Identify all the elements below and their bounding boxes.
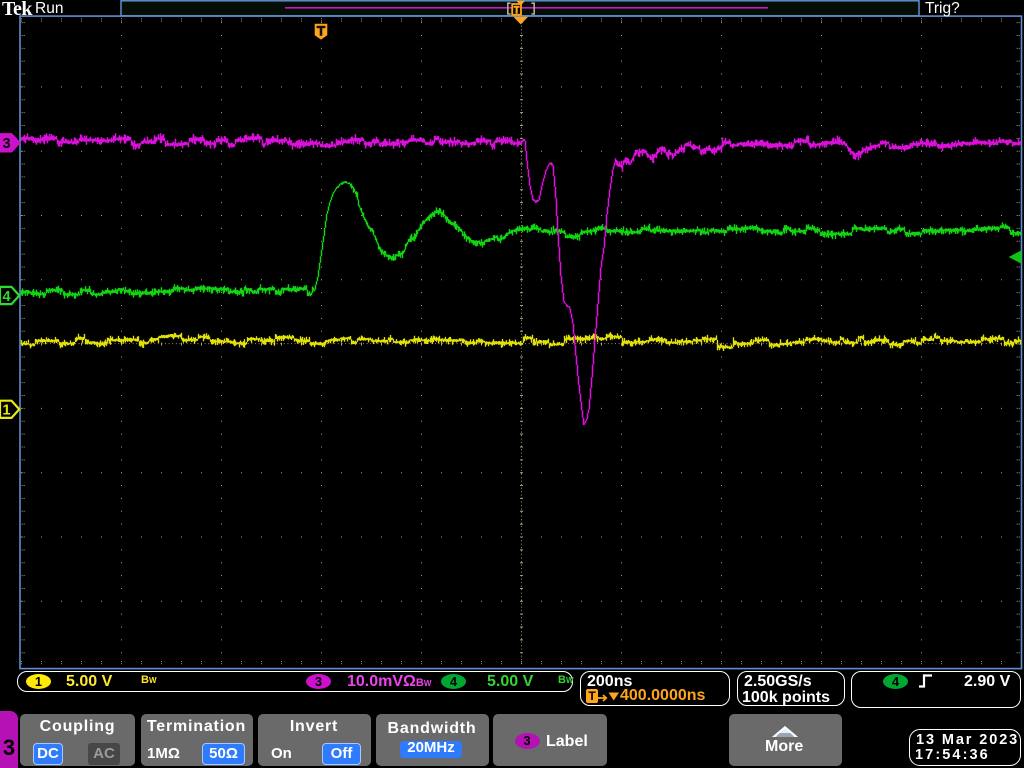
svg-text:3: 3	[2, 136, 10, 152]
svg-text:4: 4	[2, 289, 10, 305]
svg-text:1: 1	[2, 403, 10, 419]
